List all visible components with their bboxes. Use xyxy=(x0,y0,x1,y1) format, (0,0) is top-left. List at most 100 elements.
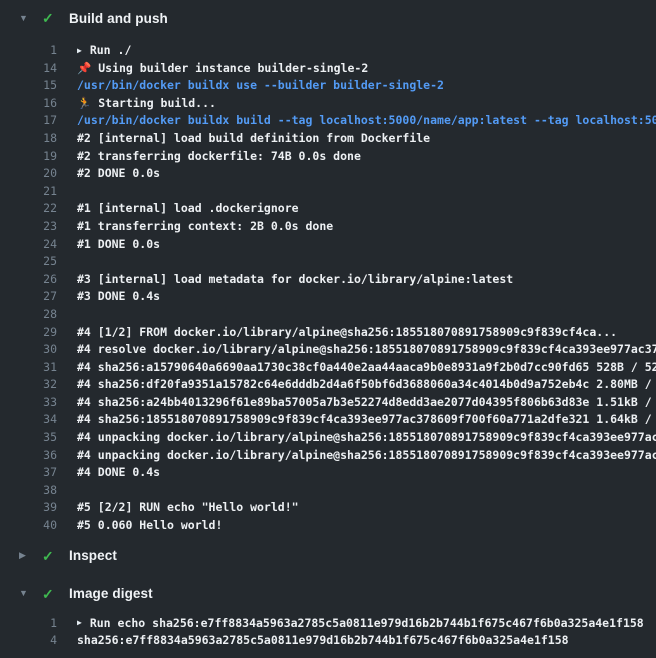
log-line-text: sha256:e7ff8834a5963a2785c5a0811e979d16b… xyxy=(77,632,656,650)
log-line-text xyxy=(77,482,656,500)
log-line: 14 📌 Using builder instance builder-singl… xyxy=(0,60,656,78)
log-line: 23 #1 transferring context: 2B 0.0s done xyxy=(0,218,656,236)
line-number[interactable]: 28 xyxy=(0,306,57,324)
log-line-text xyxy=(77,183,656,201)
step-header-image-digest[interactable]: ▼ ✓ Image digest xyxy=(0,577,656,611)
log-line: 37 #4 DONE 0.4s xyxy=(0,464,656,482)
command-line-text: /usr/bin/docker buildx use --builder bui… xyxy=(77,77,656,95)
log-line-text: #2 transferring dockerfile: 74B 0.0s don… xyxy=(77,148,656,166)
step-title: Build and push xyxy=(69,11,168,26)
log-line-text: #4 [1/2] FROM docker.io/library/alpine@s… xyxy=(77,324,656,342)
line-number[interactable]: 29 xyxy=(0,324,57,342)
line-number[interactable]: 40 xyxy=(0,517,57,535)
status-success-check-icon: ✓ xyxy=(42,587,56,601)
line-number[interactable]: 14 xyxy=(0,60,57,78)
log-line-text: #3 [internal] load metadata for docker.i… xyxy=(77,271,656,289)
chevron-right-icon[interactable]: ▶ xyxy=(19,551,31,560)
log-line: 31#4 sha256:a15790640a6690aa1730c38cf0a4… xyxy=(0,359,656,377)
log-line: 4 sha256:e7ff8834a5963a2785c5a0811e979d16… xyxy=(0,632,656,650)
chevron-down-icon[interactable]: ▼ xyxy=(19,589,31,598)
log-line: 32 #4 sha256:df20fa9351a15782c64e6dddb2d4… xyxy=(0,376,656,394)
status-success-check-icon: ✓ xyxy=(42,11,56,25)
line-number[interactable]: 23 xyxy=(0,218,57,236)
log-line-text: #5 0.060 Hello world! xyxy=(77,517,656,535)
chevron-down-icon[interactable]: ▼ xyxy=(19,14,31,23)
expand-group-play-icon[interactable]: ▶ xyxy=(77,619,82,627)
log-line: 22 #1 [internal] load .dockerignore xyxy=(0,200,656,218)
log-line-text: #2 [internal] load build definition from… xyxy=(77,130,656,148)
log-line: 38 xyxy=(0,482,656,500)
line-number[interactable]: 26 xyxy=(0,271,57,289)
log-line: 40 #5 0.060 Hello world! xyxy=(0,517,656,535)
log-line: 20 #2 DONE 0.0s xyxy=(0,165,656,183)
log-line: 33#4 sha256:a24bb4013296f61e89ba57005a7b… xyxy=(0,394,656,412)
line-number[interactable]: 35 xyxy=(0,429,57,447)
log-line-text: #2 DONE 0.0s xyxy=(77,165,656,183)
log-line: 35#4 unpacking docker.io/library/alpine@… xyxy=(0,429,656,447)
step-section-image-digest: ▼ ✓ Image digest 1 ▶ Run echo sha256:e7ff8834… xyxy=(0,577,656,650)
line-number[interactable]: 34 xyxy=(0,411,57,429)
log-line-text: ▶ Run echo sha256:e7ff8834a5963a2785c5a08… xyxy=(77,615,656,633)
line-number[interactable]: 20 xyxy=(0,165,57,183)
line-number[interactable]: 27 xyxy=(0,288,57,306)
step-header-build-and-push[interactable]: ▼ ✓ Build and push xyxy=(0,0,656,36)
line-number[interactable]: 32 xyxy=(0,376,57,394)
log-line-text: #1 [internal] load .dockerignore xyxy=(77,200,656,218)
expand-group-play-icon[interactable]: ▶ xyxy=(77,47,82,55)
log-line: 26 #3 [internal] load metadata for docker… xyxy=(0,271,656,289)
line-number[interactable]: 30 xyxy=(0,341,57,359)
log-line-text: ▶ Run ./ xyxy=(77,42,656,60)
log-line: 29 #4 [1/2] FROM docker.io/library/alpine… xyxy=(0,324,656,342)
log-line-text: #5 [2/2] RUN echo "Hello world!" xyxy=(77,499,656,517)
log-lines: 1 ▶ Run ./ 14 📌 Using builder instance build… xyxy=(0,36,656,535)
line-number[interactable]: 17 xyxy=(0,112,57,130)
log-line-text: #1 transferring context: 2B 0.0s done xyxy=(77,218,656,236)
line-number[interactable]: 1 xyxy=(0,615,57,633)
log-line-text: #4 sha256:df20fa9351a15782c64e6dddb2d4a6… xyxy=(77,376,656,394)
line-number[interactable]: 33 xyxy=(0,394,57,412)
line-number[interactable]: 19 xyxy=(0,148,57,166)
step-header-inspect[interactable]: ▶✓Inspect xyxy=(0,539,656,573)
line-number[interactable]: 18 xyxy=(0,130,57,148)
workflow-log-viewer: ▼✓Build and push1▶Run ./14📌 Using builde… xyxy=(0,0,656,650)
log-line: 30#4 resolve docker.io/library/alpine@sh… xyxy=(0,341,656,359)
log-line: 25 xyxy=(0,253,656,271)
line-number[interactable]: 36 xyxy=(0,447,57,465)
step-title: Inspect xyxy=(69,548,117,563)
log-line-text: #4 DONE 0.4s xyxy=(77,464,656,482)
step-title: Image digest xyxy=(69,586,153,601)
line-number[interactable]: 38 xyxy=(0,482,57,500)
log-line-text: #4 unpacking docker.io/library/alpine@sh… xyxy=(77,447,656,465)
line-number[interactable]: 31 xyxy=(0,359,57,377)
line-number[interactable]: 21 xyxy=(0,183,57,201)
group-command-text: Run echo sha256:e7ff8834a5963a2785c5a081… xyxy=(90,615,644,633)
log-line-text: #3 DONE 0.4s xyxy=(77,288,656,306)
line-number[interactable]: 39 xyxy=(0,499,57,517)
command-line-text: /usr/bin/docker buildx build --tag local… xyxy=(77,112,656,130)
log-line-text xyxy=(77,306,656,324)
log-line: 27 #3 DONE 0.4s xyxy=(0,288,656,306)
line-number[interactable]: 15 xyxy=(0,77,57,95)
step-section-build-and-push: ▼ ✓ Build and push 1 ▶ Run ./ 14 📌 Using builde… xyxy=(0,0,656,535)
log-line: 1 ▶ Run ./ xyxy=(0,42,656,60)
line-number[interactable]: 24 xyxy=(0,236,57,254)
log-line: 39 #5 [2/2] RUN echo "Hello world!" xyxy=(0,499,656,517)
log-line-text: #1 DONE 0.0s xyxy=(77,236,656,254)
log-line: 24 #1 DONE 0.0s xyxy=(0,236,656,254)
log-line-text: #4 sha256:185518070891758909c9f839cf4ca3… xyxy=(77,411,656,429)
log-line-text xyxy=(77,253,656,271)
log-line: 1 ▶ Run echo sha256:e7ff8834a5963a2785c5a0… xyxy=(0,615,656,633)
line-number[interactable]: 37 xyxy=(0,464,57,482)
log-line: 19 #2 transferring dockerfile: 74B 0.0s d… xyxy=(0,148,656,166)
line-number[interactable]: 22 xyxy=(0,200,57,218)
log-line-text: 🏃 Starting build... xyxy=(77,95,656,113)
line-number[interactable]: 4 xyxy=(0,632,57,650)
log-line: 16 🏃 Starting build... xyxy=(0,95,656,113)
line-number[interactable]: 16 xyxy=(0,95,57,113)
line-number[interactable]: 25 xyxy=(0,253,57,271)
log-line: 34 #4 sha256:185518070891758909c9f839cf4c… xyxy=(0,411,656,429)
log-line: 15/usr/bin/docker buildx use --builder b… xyxy=(0,77,656,95)
log-line-text: 📌 Using builder instance builder-single-… xyxy=(77,60,656,78)
line-number[interactable]: 1 xyxy=(0,42,57,60)
group-command-text: Run ./ xyxy=(90,42,132,60)
